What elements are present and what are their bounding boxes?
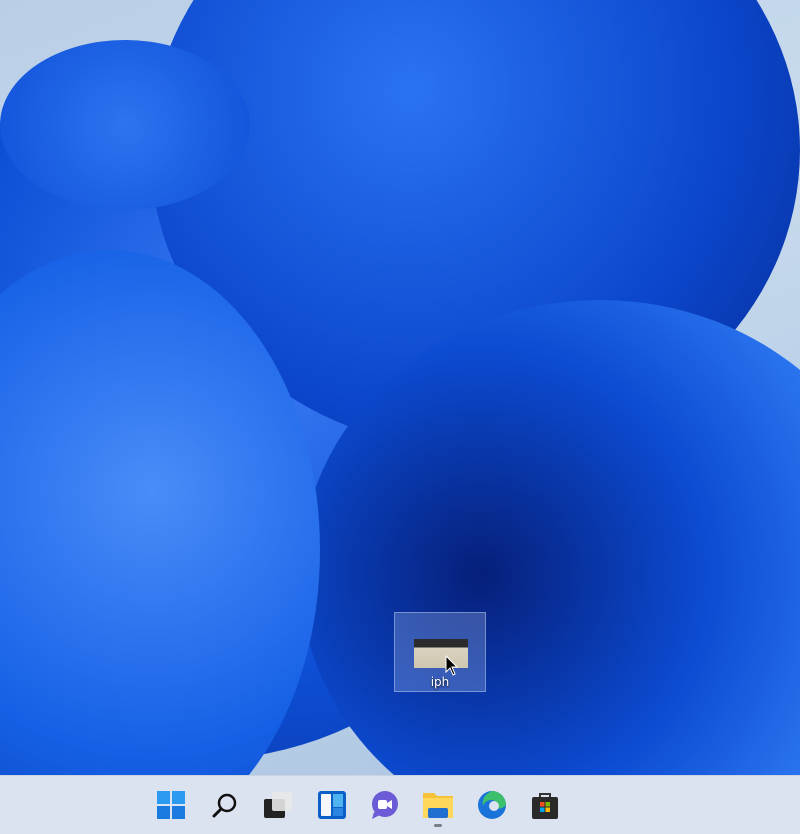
start-button[interactable] <box>155 789 187 821</box>
desktop-icon-iph[interactable]: iph <box>394 612 486 692</box>
edge-icon <box>478 791 506 819</box>
running-indicator <box>434 824 442 827</box>
task-view-button[interactable] <box>262 789 294 821</box>
store-button[interactable] <box>529 789 561 821</box>
folder-icon <box>423 793 453 818</box>
mouse-cursor-icon <box>445 655 459 676</box>
desktop-wallpaper: iph <box>0 0 800 775</box>
teams-chat-icon <box>372 791 398 819</box>
search-button[interactable] <box>209 789 241 821</box>
search-icon <box>212 793 237 818</box>
file-explorer-button[interactable] <box>422 789 454 827</box>
task-view-icon <box>264 792 292 818</box>
edge-button[interactable] <box>476 789 508 821</box>
taskbar <box>0 775 800 834</box>
store-icon <box>532 793 558 819</box>
chat-button[interactable] <box>369 789 401 821</box>
widgets-icon <box>318 791 346 819</box>
desktop-icon-label: iph <box>430 675 450 689</box>
image-thumbnail-icon <box>414 639 468 668</box>
widgets-button[interactable] <box>316 789 348 821</box>
windows-logo-icon <box>157 791 185 819</box>
